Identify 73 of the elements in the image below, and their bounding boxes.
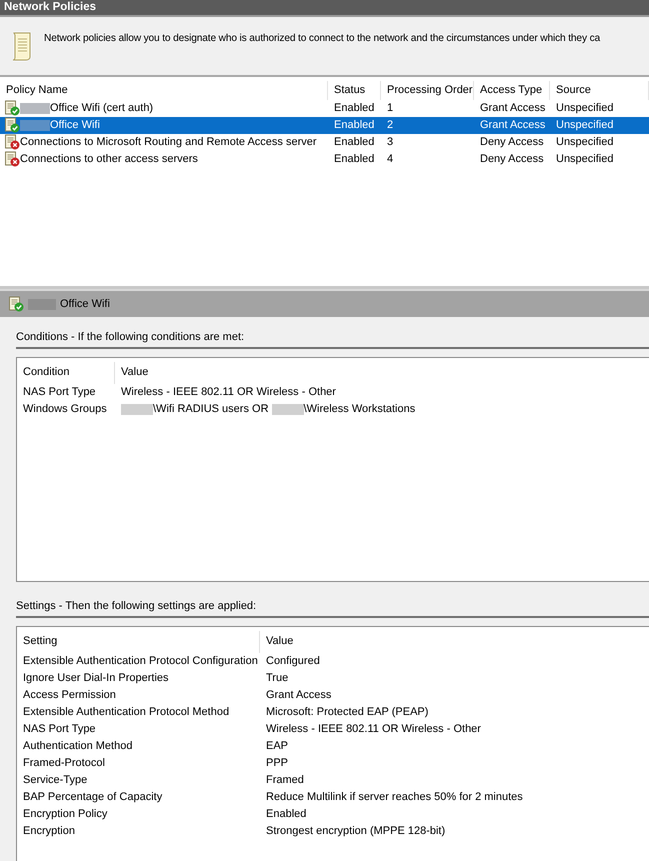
setting-name: Extensible Authentication Protocol Method <box>23 705 230 720</box>
setting-value: PPP <box>265 756 290 771</box>
column-header[interactable]: Access Type <box>474 81 550 100</box>
document-check-icon <box>4 100 20 116</box>
setting-name: Ignore User Dial-In Properties <box>23 671 170 686</box>
setting-name: Encryption Policy <box>23 807 108 822</box>
policy-row[interactable]: Office Wifi Enabled 2 Grant Access Unspecified <box>0 117 649 134</box>
condition-name: NAS Port Type <box>23 385 97 400</box>
redacted-block <box>121 404 153 415</box>
setting-name: Access Permission <box>23 688 117 703</box>
column-header[interactable]: Processing Order <box>381 81 474 100</box>
condition-value: \Wifi RADIUS users OR <box>153 402 270 417</box>
status-cell-text: Enabled <box>333 152 376 167</box>
access-type-cell-text: Grant Access <box>479 101 546 116</box>
access-type-cell-text: Deny Access <box>479 152 545 167</box>
setting-value: Grant Access <box>265 688 332 703</box>
redacted-block <box>272 404 304 415</box>
policy-title: Office Wifi <box>60 298 110 310</box>
document-check-icon <box>8 296 24 312</box>
document-cross-icon <box>4 134 20 150</box>
setting-name: NAS Port Type <box>23 722 97 737</box>
source-cell-text: Unspecified <box>555 118 614 133</box>
setting-value: Reduce Multilink if server reaches 50% for 2 minutes <box>265 790 524 805</box>
status-cell-text: Enabled <box>333 118 376 133</box>
condition-name: Windows Groups <box>23 402 108 417</box>
setting-value: Configured <box>265 654 321 669</box>
policy-row[interactable]: Office Wifi (cert auth) Enabled 1 Grant Access Unspecified <box>0 100 649 117</box>
status-cell-text: Enabled <box>333 101 376 116</box>
source-cell-text: Unspecified <box>555 135 614 150</box>
redacted-block <box>20 120 50 130</box>
section-label: Settings - Then the following settings are applied: <box>16 600 649 618</box>
policy-name: Connections to other access servers <box>20 152 198 166</box>
access-type-cell-text: Deny Access <box>479 135 545 150</box>
source-cell-text: Unspecified <box>555 101 614 116</box>
condition-value: \Wireless Workstations <box>304 402 416 417</box>
column-header[interactable]: Value <box>114 362 649 384</box>
document-check-icon <box>4 117 20 133</box>
setting-value: True <box>265 671 290 686</box>
window-title: Network Policies <box>0 0 649 17</box>
setting-name: Authentication Method <box>23 739 134 754</box>
order-cell-text: 1 <box>386 101 394 116</box>
setting-name: BAP Percentage of Capacity <box>23 790 164 805</box>
column-header[interactable]: Setting <box>23 631 259 653</box>
section-label: Conditions - If the following conditions are met: <box>16 331 649 349</box>
policy-row[interactable]: Connections to other access servers Enabled 4 Deny Access Unspecified <box>0 151 649 168</box>
setting-value: Wireless - IEEE 802.11 OR Wireless - Other <box>265 722 482 737</box>
source-cell-text: Unspecified <box>555 152 614 167</box>
status-cell-text: Enabled <box>333 135 376 150</box>
column-header[interactable]: Value <box>259 631 649 653</box>
column-header[interactable]: Condition <box>23 362 114 384</box>
policy-row[interactable]: Connections to Microsoft Routing and Remote Access server Enabled 3 Deny Access Unspecified <box>0 134 649 151</box>
setting-name: Extensible Authentication Protocol Configuration <box>23 654 259 669</box>
setting-name: Service-Type <box>23 773 88 788</box>
policy-name: Office Wifi <box>50 118 100 132</box>
condition-value: Wireless - IEEE 802.11 OR Wireless - Other <box>121 385 336 400</box>
setting-name: Framed-Protocol <box>23 756 106 771</box>
document-cross-icon <box>4 151 20 167</box>
order-cell-text: 3 <box>386 135 394 150</box>
setting-value: Strongest encryption (MPPE 128-bit) <box>265 824 446 839</box>
column-header[interactable]: Source <box>550 81 649 100</box>
order-cell-text: 2 <box>386 118 394 133</box>
order-cell-text: 4 <box>386 152 394 167</box>
setting-value: Microsoft: Protected EAP (PEAP) <box>265 705 430 720</box>
setting-value: EAP <box>265 739 290 754</box>
setting-name: Encryption <box>23 824 76 839</box>
policy-name: Connections to Microsoft Routing and Remote Access server <box>20 135 317 149</box>
setting-value: Enabled <box>265 807 308 822</box>
description-text: Network policies allow you to designate who is authorized to connect to the network and the circumstances under which they ca <box>44 33 600 44</box>
redacted-block <box>20 102 50 114</box>
access-type-cell-text: Grant Access <box>479 118 546 133</box>
column-header[interactable]: Status <box>328 81 381 100</box>
policy-name: Office Wifi (cert auth) <box>50 101 154 115</box>
setting-value: Framed <box>265 773 305 788</box>
